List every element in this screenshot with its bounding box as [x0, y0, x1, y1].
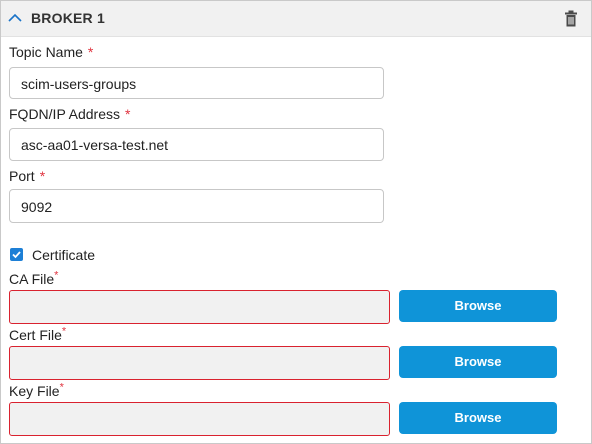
required-mark: * — [59, 381, 64, 394]
topic-name-label: Topic Name * — [9, 44, 94, 60]
chevron-up-icon[interactable] — [7, 10, 23, 26]
required-mark: * — [125, 106, 131, 122]
cert-file-input[interactable] — [9, 346, 390, 380]
trash-icon[interactable] — [564, 10, 578, 27]
topic-name-value: scim-users-groups — [21, 76, 137, 92]
cert-file-label: Cert File* — [9, 325, 67, 343]
topic-name-input[interactable]: scim-users-groups — [9, 67, 384, 99]
fqdn-label: FQDN/IP Address * — [9, 106, 131, 122]
key-file-label: Key File* — [9, 381, 64, 399]
broker-header[interactable]: BROKER 1 — [1, 1, 591, 37]
certificate-checkbox[interactable] — [10, 248, 23, 261]
fqdn-input[interactable]: asc-aa01-versa-test.net — [9, 128, 384, 161]
ca-file-browse-button[interactable]: Browse — [399, 290, 557, 322]
key-file-input[interactable] — [9, 402, 390, 436]
required-mark: * — [39, 168, 46, 184]
check-icon — [12, 251, 21, 259]
required-mark: * — [61, 325, 67, 338]
broker-panel: BROKER 1 Topic Name * scim-users-groups F… — [0, 0, 592, 444]
fqdn-value: asc-aa01-versa-test.net — [21, 137, 169, 153]
required-mark: * — [54, 269, 59, 282]
key-file-browse-button[interactable]: Browse — [399, 402, 557, 434]
port-input[interactable]: 9092 — [9, 189, 384, 223]
ca-file-input[interactable] — [9, 290, 390, 324]
port-label: Port * — [9, 168, 46, 184]
cert-file-browse-button[interactable]: Browse — [399, 346, 557, 378]
certificate-label[interactable]: Certificate — [32, 247, 95, 263]
required-mark: * — [87, 44, 94, 60]
ca-file-label: CA File* — [9, 269, 59, 287]
port-value: 9092 — [21, 199, 53, 215]
broker-title: BROKER 1 — [31, 10, 105, 26]
